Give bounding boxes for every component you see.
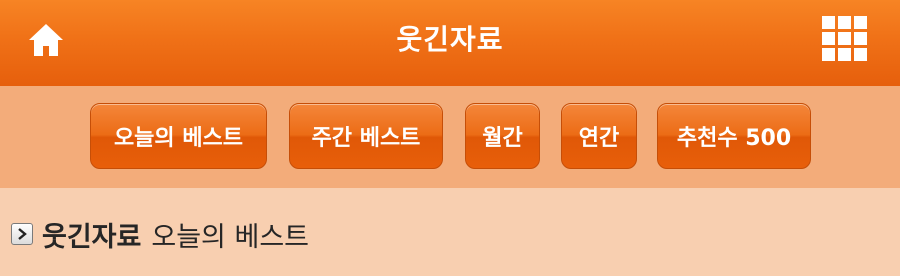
tab-weekly-best[interactable]: 주간 베스트 [289, 103, 443, 169]
section-title: 오늘의 베스트 [151, 221, 309, 253]
tab-yearly[interactable]: 연간 [561, 103, 637, 169]
tab-today-best[interactable]: 오늘의 베스트 [90, 103, 267, 169]
page-title: 웃긴자료 [396, 23, 504, 56]
chevron-right-icon [11, 223, 33, 245]
tab-recommend-500[interactable]: 추천수 500 [657, 103, 811, 169]
best-tabs: 오늘의 베스트 주간 베스트 월간 연간 추천수 500 [0, 86, 900, 188]
app-header: 웃긴자료 [0, 0, 900, 86]
tab-monthly[interactable]: 월간 [465, 103, 540, 169]
grid-menu-icon [822, 16, 872, 61]
menu-button[interactable] [822, 16, 872, 66]
section-header: 웃긴자료 오늘의 베스트 [0, 188, 900, 276]
section-heading: 웃긴자료 오늘의 베스트 [11, 216, 309, 253]
section-board-name: 웃긴자료 [42, 221, 142, 253]
